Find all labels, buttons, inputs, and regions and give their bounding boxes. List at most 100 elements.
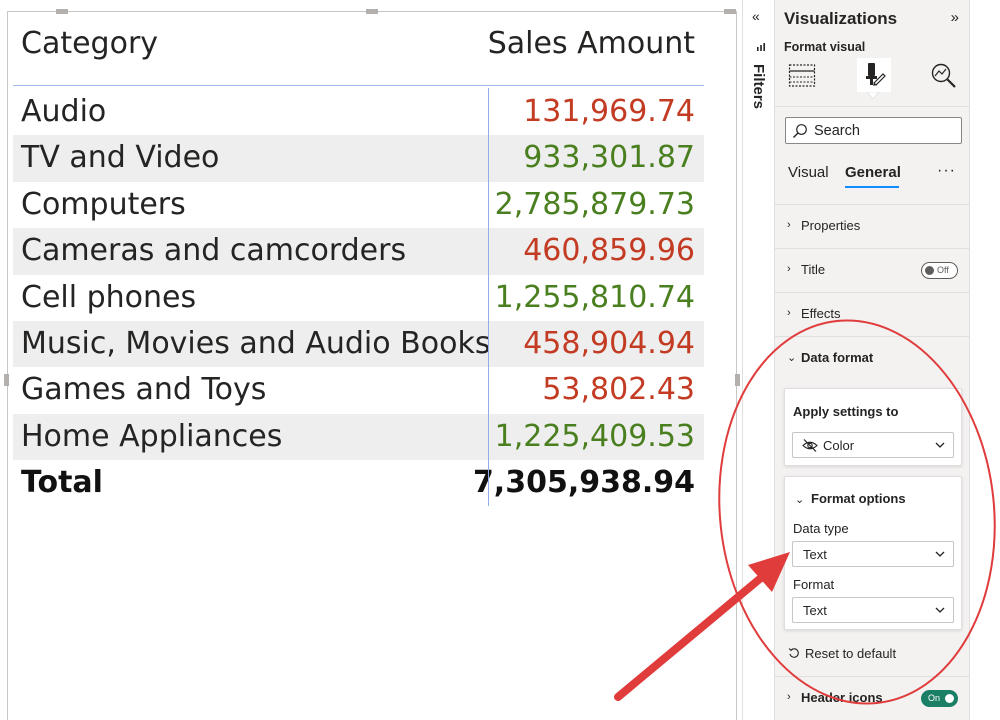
resize-handle[interactable] bbox=[56, 9, 68, 14]
table-row[interactable]: Audio 131,969.74 bbox=[13, 89, 704, 135]
build-visual-tab[interactable] bbox=[785, 60, 819, 92]
resize-handle[interactable] bbox=[735, 374, 740, 386]
filters-label[interactable]: Filters bbox=[750, 64, 767, 109]
column-header-sales-amount[interactable]: Sales Amount bbox=[488, 26, 695, 61]
data-type-dropdown[interactable]: Text bbox=[792, 541, 954, 567]
chevron-down-icon bbox=[935, 442, 945, 448]
toggle-state: On bbox=[928, 693, 941, 703]
sales-amount-cell: 131,969.74 bbox=[523, 94, 695, 129]
category-cell: Home Appliances bbox=[21, 418, 283, 454]
resize-handle[interactable] bbox=[366, 9, 378, 14]
total-label: Total bbox=[21, 465, 103, 501]
search-box[interactable] bbox=[785, 117, 962, 144]
format-label: Format bbox=[793, 577, 835, 592]
section-properties[interactable]: › Properties bbox=[775, 204, 970, 248]
tab-visual[interactable]: Visual bbox=[788, 164, 829, 181]
tab-general[interactable]: General bbox=[845, 164, 901, 181]
eye-slash-icon bbox=[802, 439, 818, 452]
header-icons-toggle[interactable]: On bbox=[921, 690, 958, 707]
active-tab-indicator bbox=[867, 92, 879, 100]
resize-handle[interactable] bbox=[724, 9, 736, 14]
format-options-card: ⌄ Format options Data type Text Format T… bbox=[784, 476, 962, 630]
format-options-label[interactable]: Format options bbox=[811, 491, 906, 506]
format-dropdown[interactable]: Text bbox=[792, 597, 954, 623]
section-label: Header icons bbox=[801, 690, 883, 705]
chevron-right-icon: › bbox=[787, 691, 791, 703]
apply-settings-label: Apply settings to bbox=[793, 404, 899, 419]
sales-amount-cell: 458,904.94 bbox=[523, 325, 695, 361]
table-row[interactable]: Music, Movies and Audio Books 458,904.94 bbox=[13, 320, 704, 368]
dropdown-value: Text bbox=[803, 603, 827, 618]
analytics-magnifier-icon bbox=[931, 63, 956, 88]
sales-amount-cell: 53,802.43 bbox=[542, 372, 695, 408]
divider bbox=[775, 106, 970, 107]
chevron-down-icon: ⌄ bbox=[787, 352, 797, 364]
data-type-label: Data type bbox=[793, 521, 849, 536]
section-header-icons[interactable]: › Header icons On bbox=[775, 676, 970, 720]
reset-to-default-link[interactable]: Reset to default bbox=[805, 646, 896, 661]
section-label: Properties bbox=[801, 218, 861, 233]
double-chevron-right-icon[interactable]: » bbox=[951, 9, 959, 26]
reset-icon[interactable] bbox=[788, 647, 800, 659]
chevron-right-icon: › bbox=[787, 263, 791, 275]
chevron-down-icon[interactable]: ⌄ bbox=[795, 493, 804, 506]
table-row[interactable]: Computers 2,785,879.73 bbox=[13, 182, 704, 228]
section-label: Data format bbox=[801, 350, 874, 365]
category-cell: Audio bbox=[21, 94, 107, 129]
title-toggle[interactable]: Off bbox=[921, 262, 958, 279]
category-cell: TV and Video bbox=[21, 140, 220, 176]
search-input[interactable] bbox=[814, 121, 954, 141]
dropdown-value: Text bbox=[803, 547, 827, 562]
format-visual-tab[interactable] bbox=[857, 58, 891, 92]
table-row[interactable]: Games and Toys 53,802.43 bbox=[13, 367, 704, 413]
paintbrush-icon bbox=[866, 63, 886, 86]
table-row[interactable]: TV and Video 933,301.87 bbox=[13, 135, 704, 182]
analytics-tab[interactable] bbox=[927, 60, 961, 92]
toggle-knob bbox=[925, 266, 934, 275]
table-row[interactable]: Home Appliances 1,225,409.53 bbox=[13, 413, 704, 461]
sales-amount-cell: 2,785,879.73 bbox=[494, 186, 695, 222]
resize-handle[interactable] bbox=[4, 374, 9, 386]
toggle-knob bbox=[945, 694, 954, 703]
filters-pane-collapsed[interactable]: « Filters bbox=[742, 0, 775, 720]
chevron-right-icon: › bbox=[787, 307, 791, 319]
category-cell: Cameras and camcorders bbox=[21, 233, 407, 269]
visualizations-pane: Visualizations » Format visual Search Vi… bbox=[775, 0, 970, 720]
search-icon bbox=[793, 124, 807, 138]
section-label: Title bbox=[801, 262, 826, 277]
report-canvas: Category Sales Amount Audio 131,969.74 T… bbox=[0, 0, 742, 720]
format-visual-label: Format visual bbox=[784, 40, 866, 54]
table-total-row[interactable]: Total 7,305,938.94 bbox=[13, 460, 704, 506]
table-header-row: Category Sales Amount bbox=[13, 20, 704, 86]
sales-amount-cell: 933,301.87 bbox=[523, 140, 695, 176]
chevron-right-icon: › bbox=[787, 219, 791, 231]
table-grid-icon bbox=[788, 64, 816, 87]
double-chevron-left-icon[interactable]: « bbox=[752, 8, 760, 24]
dropdown-value: Color bbox=[823, 438, 855, 453]
table-row[interactable]: Cell phones 1,255,810.74 bbox=[13, 275, 704, 321]
section-data-format[interactable]: ⌄ Data format bbox=[775, 336, 970, 380]
apply-settings-dropdown[interactable]: Color bbox=[792, 432, 954, 458]
section-title[interactable]: › Title Off bbox=[775, 248, 970, 292]
column-divider bbox=[488, 88, 489, 506]
pane-title: Visualizations bbox=[784, 9, 898, 28]
more-options-icon[interactable]: ··· bbox=[937, 162, 956, 180]
category-cell: Games and Toys bbox=[21, 372, 267, 408]
section-label: Effects bbox=[801, 306, 841, 321]
column-header-category[interactable]: Category bbox=[21, 26, 158, 61]
chevron-down-icon bbox=[935, 551, 945, 557]
toggle-state: Off bbox=[937, 265, 949, 275]
apply-settings-card: Apply settings to Color bbox=[784, 388, 962, 466]
sales-amount-cell: 1,225,409.53 bbox=[494, 418, 695, 454]
background bbox=[970, 0, 1000, 720]
category-cell: Music, Movies and Audio Books bbox=[21, 325, 491, 361]
chevron-down-icon bbox=[935, 607, 945, 613]
sales-amount-cell: 1,255,810.74 bbox=[494, 279, 695, 315]
table-body: Audio 131,969.74 TV and Video 933,301.87… bbox=[13, 89, 704, 506]
total-value: 7,305,938.94 bbox=[472, 465, 695, 501]
category-cell: Computers bbox=[21, 186, 186, 222]
category-cell: Cell phones bbox=[21, 279, 197, 315]
section-effects[interactable]: › Effects bbox=[775, 292, 970, 336]
filter-bars-icon bbox=[757, 43, 765, 51]
table-row[interactable]: Cameras and camcorders 460,859.96 bbox=[13, 228, 704, 275]
